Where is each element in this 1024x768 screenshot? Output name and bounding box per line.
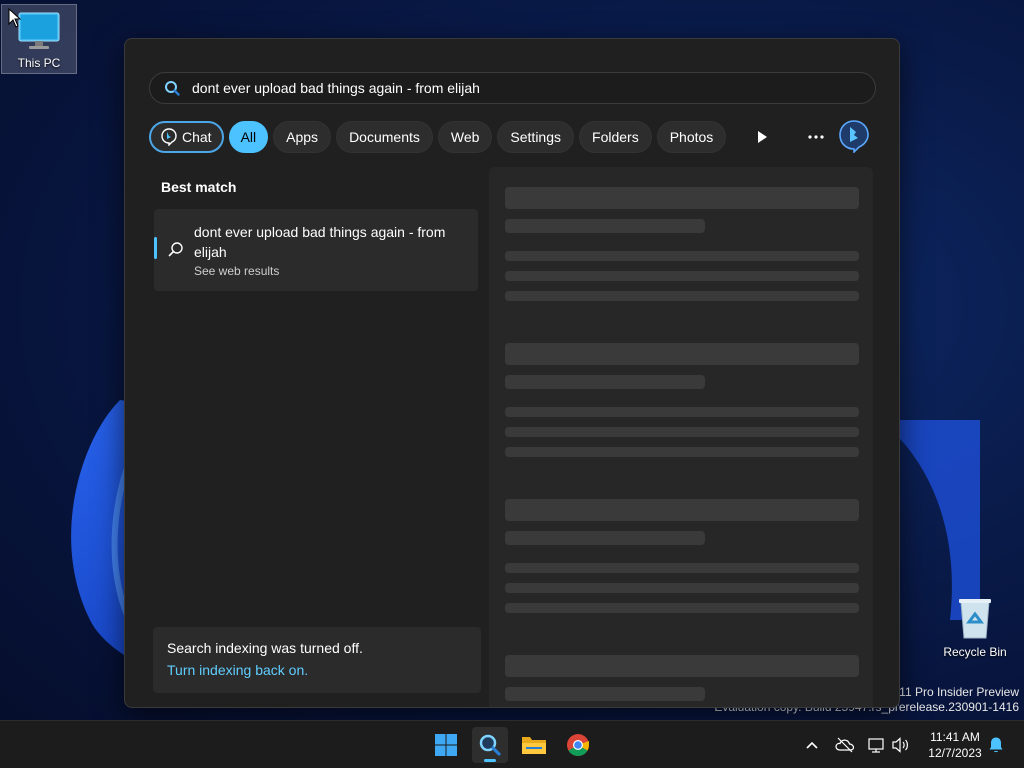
skeleton-bar bbox=[505, 687, 705, 701]
search-box[interactable] bbox=[149, 72, 876, 104]
recycle-bin-icon bbox=[959, 599, 991, 639]
file-explorer-button[interactable] bbox=[516, 727, 552, 763]
mouse-cursor-icon bbox=[8, 8, 22, 28]
bing-icon bbox=[839, 120, 869, 153]
bing-icon bbox=[161, 128, 177, 146]
skeleton-bar bbox=[505, 447, 859, 457]
skeleton-bar bbox=[505, 655, 859, 677]
skeleton-bar bbox=[505, 187, 859, 209]
filter-documents[interactable]: Documents bbox=[336, 121, 433, 153]
indexing-message: Search indexing was turned off. bbox=[167, 640, 363, 656]
skeleton-bar bbox=[505, 343, 859, 365]
skeleton-bar bbox=[505, 251, 859, 261]
filter-apps[interactable]: Apps bbox=[273, 121, 332, 153]
network-icon[interactable] bbox=[866, 735, 888, 755]
search-icon bbox=[164, 80, 180, 96]
show-hidden-icons-chevron-icon[interactable] bbox=[801, 735, 823, 755]
clock[interactable]: 11:41 AM 12/7/2023 bbox=[920, 729, 990, 761]
skeleton-bar bbox=[505, 583, 859, 593]
chrome-icon bbox=[567, 734, 589, 756]
taskbar: 11:41 AM 12/7/2023 bbox=[0, 720, 1024, 768]
more-options-icon[interactable] bbox=[802, 123, 830, 151]
skeleton-bar bbox=[505, 499, 859, 521]
result-subtitle: See web results bbox=[194, 264, 280, 278]
search-input[interactable] bbox=[192, 80, 875, 96]
folder-icon bbox=[522, 737, 546, 754]
filter-web[interactable]: Web bbox=[437, 121, 493, 153]
skeleton-bar bbox=[505, 271, 859, 281]
play-icon[interactable] bbox=[748, 123, 776, 151]
volume-icon[interactable] bbox=[890, 735, 912, 755]
skeleton-bar bbox=[505, 407, 859, 417]
filter-photos[interactable]: Photos bbox=[656, 121, 727, 153]
notification-bell-icon[interactable] bbox=[985, 735, 1007, 755]
onedrive-offline-icon[interactable] bbox=[834, 735, 856, 755]
filter-settings[interactable]: Settings bbox=[497, 121, 575, 153]
result-title: dont ever upload bad things again - from… bbox=[194, 224, 446, 260]
skeleton-bar bbox=[505, 603, 859, 613]
search-panel: Chat All Apps Documents Web Settings Fol… bbox=[124, 38, 900, 708]
windows-logo-icon bbox=[435, 734, 457, 756]
bing-chat-button[interactable] bbox=[837, 119, 871, 153]
skeleton-bar bbox=[505, 427, 859, 437]
indexing-link[interactable]: Turn indexing back on. bbox=[167, 662, 308, 678]
chrome-button[interactable] bbox=[560, 727, 596, 763]
skeleton-bar bbox=[505, 219, 705, 233]
filter-all[interactable]: All bbox=[228, 121, 269, 153]
skeleton-bar bbox=[505, 531, 705, 545]
skeleton-bar bbox=[505, 291, 859, 301]
desktop-icon-label: This PC bbox=[17, 56, 61, 70]
best-match-result[interactable]: dont ever upload bad things again - from… bbox=[154, 209, 478, 291]
clock-time: 11:41 AM bbox=[930, 730, 980, 744]
filter-label: Chat bbox=[182, 129, 212, 145]
desktop-icon-label: Recycle Bin bbox=[943, 645, 1007, 659]
desktop-icon-recycle-bin[interactable]: Recycle Bin bbox=[937, 596, 1013, 659]
filter-folders[interactable]: Folders bbox=[579, 121, 652, 153]
filter-chat[interactable]: Chat bbox=[149, 121, 224, 153]
selection-indicator bbox=[154, 237, 157, 259]
clock-date: 12/7/2023 bbox=[928, 746, 982, 760]
indexing-notice: Search indexing was turned off. Turn ind… bbox=[153, 627, 481, 693]
skeleton-bar bbox=[505, 563, 859, 573]
taskbar-search-button[interactable] bbox=[472, 727, 508, 763]
start-button[interactable] bbox=[428, 727, 464, 763]
filter-bar: Chat All Apps Documents Web Settings Fol… bbox=[149, 120, 731, 154]
search-icon bbox=[168, 241, 184, 262]
skeleton-bar bbox=[505, 375, 705, 389]
search-icon bbox=[479, 734, 501, 756]
preview-pane-loading bbox=[489, 167, 873, 707]
best-match-heading: Best match bbox=[161, 179, 237, 195]
monitor-icon bbox=[18, 12, 60, 49]
